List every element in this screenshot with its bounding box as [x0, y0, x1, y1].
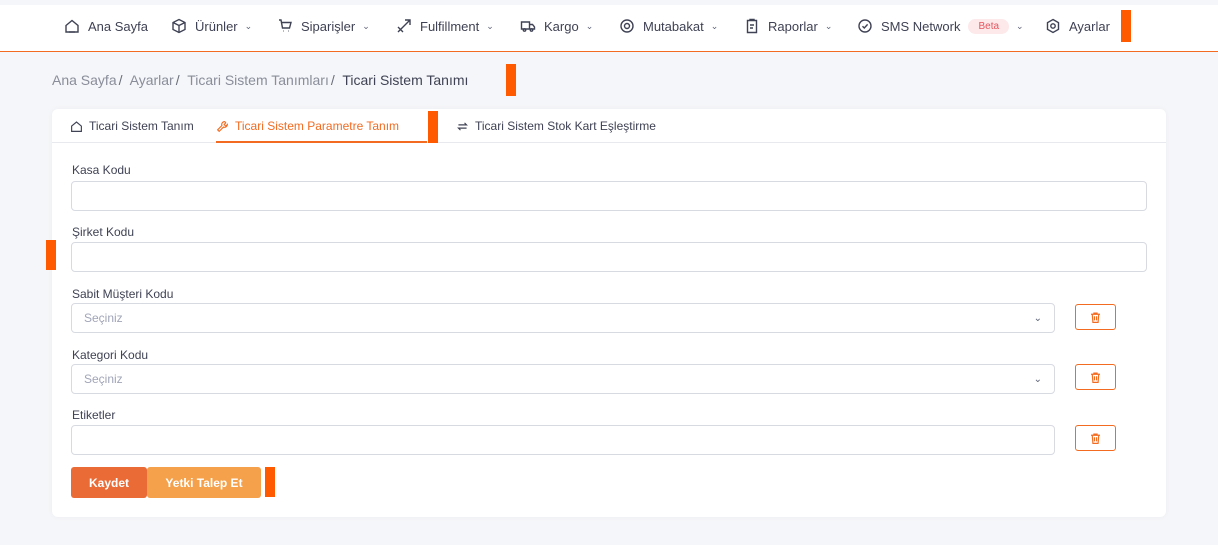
nav-sms-network-label: SMS Network — [881, 18, 961, 34]
truck-icon — [520, 21, 536, 32]
highlight-marker — [506, 64, 516, 96]
breadcrumb-separator: / — [330, 72, 335, 88]
top-strip — [0, 0, 1218, 5]
fixed-customer-code-label: Sabit Müşteri Kodu — [72, 287, 174, 301]
chevron-down-icon: ⌄ — [362, 20, 370, 31]
breadcrumb-settings[interactable]: Ayarlar — [130, 72, 174, 88]
delete-fixed-customer-button[interactable] — [1075, 304, 1116, 330]
delete-category-button[interactable] — [1075, 364, 1116, 390]
cash-code-input[interactable] — [71, 181, 1147, 211]
nav-cargo[interactable]: Kargo ⌄ — [520, 17, 593, 35]
breadcrumb-separator: / — [118, 72, 123, 88]
highlight-marker — [428, 111, 438, 143]
nav-reports-label: Raporlar — [768, 18, 818, 34]
beta-badge: Beta — [968, 18, 1010, 34]
tab-stock-card-matching[interactable]: Ticari Sistem Stok Kart Eşleştirme — [456, 119, 656, 143]
tab-label: Ticari Sistem Parametre Tanım — [235, 119, 400, 133]
nav-cargo-label: Kargo — [544, 18, 579, 34]
tab-label: Ticari Sistem Tanım — [89, 119, 194, 133]
chevron-down-icon: ⌄ — [824, 20, 833, 31]
coin-icon — [620, 19, 634, 33]
cube-icon — [172, 18, 186, 34]
trash-icon — [1091, 432, 1100, 444]
nav-reconciliation[interactable]: Mutabakat ⌄ — [619, 17, 718, 35]
tags-input[interactable] — [71, 425, 1055, 455]
nav-settings-label: Ayarlar — [1069, 18, 1110, 34]
chevron-down-icon: ⌄ — [244, 20, 253, 31]
company-code-input[interactable] — [71, 242, 1147, 272]
wrench-icon — [216, 121, 228, 133]
nav-reports[interactable]: Raporlar ⌄ — [744, 17, 832, 35]
select-placeholder: Seçiniz — [84, 372, 123, 386]
cart-icon — [279, 19, 292, 32]
tab-trade-system-parameters[interactable]: Ticari Sistem Parametre Tanım — [216, 119, 427, 143]
nav-home[interactable]: Ana Sayfa — [64, 17, 148, 35]
swap-icon — [457, 122, 468, 131]
breadcrumb-home[interactable]: Ana Sayfa — [52, 72, 117, 88]
trash-icon — [1091, 371, 1100, 383]
nav-fulfillment-label: Fulfillment — [420, 18, 480, 34]
select-placeholder: Seçiniz — [84, 311, 123, 325]
highlight-marker — [265, 467, 275, 497]
nav-orders-label: Siparişler — [301, 18, 356, 34]
chevron-down-icon: ⌄ — [585, 20, 594, 31]
chevron-down-icon: ⌄ — [710, 20, 719, 31]
highlight-marker — [46, 240, 56, 270]
plane-icon — [397, 19, 411, 33]
cash-code-label: Kasa Kodu — [72, 163, 131, 177]
trash-icon — [1091, 311, 1100, 323]
breadcrumb-current: Ticari Sistem Tanımı — [342, 72, 469, 88]
company-code-label: Şirket Kodu — [72, 225, 135, 239]
chevron-down-icon: ⌄ — [1033, 374, 1042, 385]
breadcrumb-separator: / — [175, 72, 180, 88]
breadcrumb-trade-definitions[interactable]: Ticari Sistem Tanımları — [187, 72, 329, 88]
top-navbar: Ana Sayfa Ürünler ⌄ Siparişler ⌄ Fulfill… — [0, 0, 1218, 52]
fixed-customer-code-select[interactable]: Seçiniz ⌄ — [71, 303, 1055, 333]
gear-icon — [1046, 18, 1060, 34]
home-icon — [71, 121, 82, 132]
home-icon — [65, 19, 79, 33]
nav-products[interactable]: Ürünler ⌄ — [171, 17, 252, 35]
tab-trade-system-definition[interactable]: Ticari Sistem Tanım — [70, 119, 194, 143]
breadcrumb: Ana Sayfa / Ayarlar / Ticari Sistem Tanıml… — [52, 72, 468, 88]
tab-label: Ticari Sistem Stok Kart Eşleştirme — [475, 119, 656, 133]
save-button[interactable]: Kaydet — [71, 467, 147, 498]
nav-sms-network[interactable]: SMS Network Beta ⌄ — [857, 17, 1024, 35]
chevron-down-icon: ⌄ — [486, 20, 494, 31]
category-code-label: Kategori Kodu — [72, 348, 149, 362]
tab-bar: Ticari Sistem Tanım Ticari Sistem Parame… — [52, 109, 1166, 143]
check-circle-icon — [858, 19, 872, 33]
nav-fulfillment[interactable]: Fulfillment ⌄ — [396, 17, 494, 35]
nav-home-label: Ana Sayfa — [88, 18, 148, 34]
nav-reconciliation-label: Mutabakat — [643, 18, 704, 34]
chevron-down-icon: ⌄ — [1033, 313, 1042, 324]
nav-products-label: Ürünler — [195, 18, 238, 34]
chevron-down-icon: ⌄ — [1016, 20, 1024, 31]
tags-label: Etiketler — [72, 408, 116, 422]
delete-tags-button[interactable] — [1075, 425, 1116, 451]
form-card: Ticari Sistem Tanım Ticari Sistem Parame… — [52, 109, 1166, 517]
report-icon — [746, 18, 758, 34]
highlight-marker — [1121, 10, 1131, 42]
request-permission-button[interactable]: Yetki Talep Et — [147, 467, 261, 498]
nav-orders[interactable]: Siparişler ⌄ — [277, 17, 370, 35]
category-code-select[interactable]: Seçiniz ⌄ — [71, 364, 1055, 394]
nav-settings[interactable]: Ayarlar — [1045, 17, 1110, 35]
